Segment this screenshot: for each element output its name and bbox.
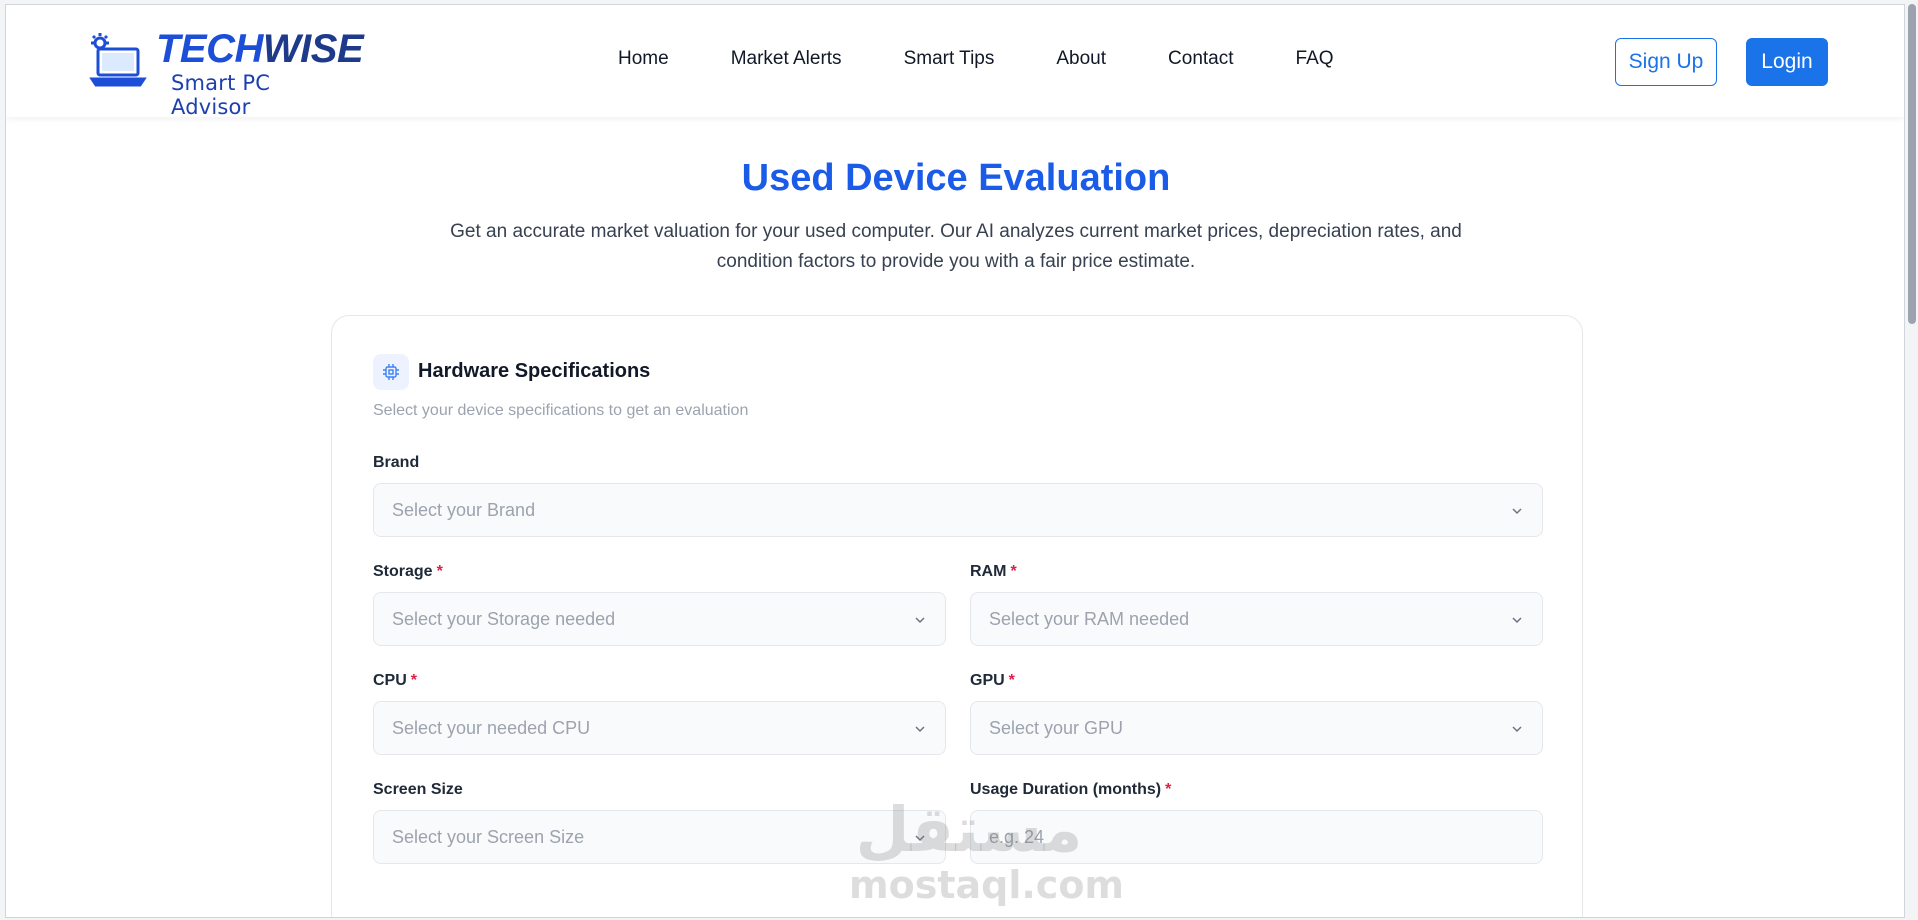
required-mark: * <box>436 563 443 580</box>
card-subtitle: Select your device specifications to get… <box>373 402 749 419</box>
cpu-label-text: CPU <box>373 672 407 689</box>
nav-faq[interactable]: FAQ <box>1296 47 1334 71</box>
screen-size-label-text: Screen Size <box>373 781 463 798</box>
chevron-down-icon <box>915 617 925 624</box>
brand-name: TECHWISE <box>156 27 364 71</box>
gpu-label-text: GPU <box>970 672 1005 689</box>
card-title: Hardware Specifications <box>418 360 651 382</box>
usage-duration-input[interactable]: e.g. 24 <box>970 810 1543 864</box>
storage-label-text: Storage <box>373 563 433 580</box>
laptop-bulb-icon <box>89 33 147 87</box>
chevron-down-icon <box>915 726 925 733</box>
ram-label: RAM * <box>970 563 1017 581</box>
scrollbar-thumb[interactable] <box>1908 4 1916 324</box>
chevron-down-icon <box>1512 508 1522 515</box>
nav-about[interactable]: About <box>1056 47 1106 71</box>
required-mark: * <box>1010 563 1017 580</box>
required-mark: * <box>1008 672 1015 689</box>
hardware-specs-card: Hardware Specifications Select your devi… <box>331 315 1583 917</box>
storage-label: Storage * <box>373 563 443 581</box>
brand-select-placeholder: Select your Brand <box>392 499 536 520</box>
chevron-down-icon <box>1512 726 1522 733</box>
usage-duration-label: Usage Duration (months) * <box>970 781 1171 799</box>
brand-name-part1: TECH <box>156 27 263 71</box>
screen-size-select[interactable]: Select your Screen Size <box>373 810 946 864</box>
required-mark: * <box>410 672 418 689</box>
site-header: TECHWISE Smart PC Advisor Home Market Al… <box>6 5 1904 119</box>
page-scrollbar[interactable] <box>1906 0 1918 920</box>
gpu-select[interactable]: Select your GPU <box>970 701 1543 755</box>
page-description: Get an accurate market valuation for you… <box>450 221 1462 272</box>
nav-contact[interactable]: Contact <box>1168 47 1233 71</box>
brand-tagline: Smart PC Advisor <box>171 71 271 119</box>
signup-button[interactable]: Sign Up <box>1615 38 1717 86</box>
login-button[interactable]: Login <box>1746 38 1828 86</box>
cpu-chip-icon <box>373 354 409 390</box>
screen-size-label: Screen Size <box>373 781 463 799</box>
nav-home[interactable]: Home <box>618 47 669 71</box>
brand-logo[interactable]: TECHWISE Smart PC Advisor <box>86 27 364 119</box>
storage-select[interactable]: Select your Storage needed <box>373 592 946 646</box>
chevron-down-icon <box>1512 617 1522 624</box>
brand-label: Brand <box>373 454 419 472</box>
browser-viewport: TECHWISE Smart PC Advisor Home Market Al… <box>5 4 1905 918</box>
cpu-select-placeholder: Select your needed CPU <box>392 717 591 738</box>
required-mark: * <box>1165 781 1172 798</box>
ram-select-placeholder: Select your RAM needed <box>989 608 1190 629</box>
chevron-down-icon <box>915 835 925 842</box>
cpu-label: CPU * <box>373 672 417 690</box>
brand-name-part2: WISE <box>262 27 364 71</box>
cpu-select[interactable]: Select your needed CPU <box>373 701 946 755</box>
gpu-label: GPU * <box>970 672 1015 690</box>
nav-smart-tips[interactable]: Smart Tips <box>904 47 995 71</box>
brand-label-text: Brand <box>373 454 420 471</box>
usage-duration-placeholder: e.g. 24 <box>989 826 1045 847</box>
screen-size-select-placeholder: Select your Screen Size <box>392 826 585 847</box>
gpu-select-placeholder: Select your GPU <box>989 717 1124 738</box>
usage-duration-label-text: Usage Duration (months) <box>970 781 1162 798</box>
ram-label-text: RAM <box>970 563 1007 580</box>
page-title: Used Device Evaluation <box>741 157 1171 199</box>
main-nav: Home Market Alerts Smart Tips About Cont… <box>618 47 1396 71</box>
ram-select[interactable]: Select your RAM needed <box>970 592 1543 646</box>
nav-market-alerts[interactable]: Market Alerts <box>731 47 842 71</box>
brand-select[interactable]: Select your Brand <box>373 483 1543 537</box>
storage-select-placeholder: Select your Storage needed <box>392 608 616 629</box>
